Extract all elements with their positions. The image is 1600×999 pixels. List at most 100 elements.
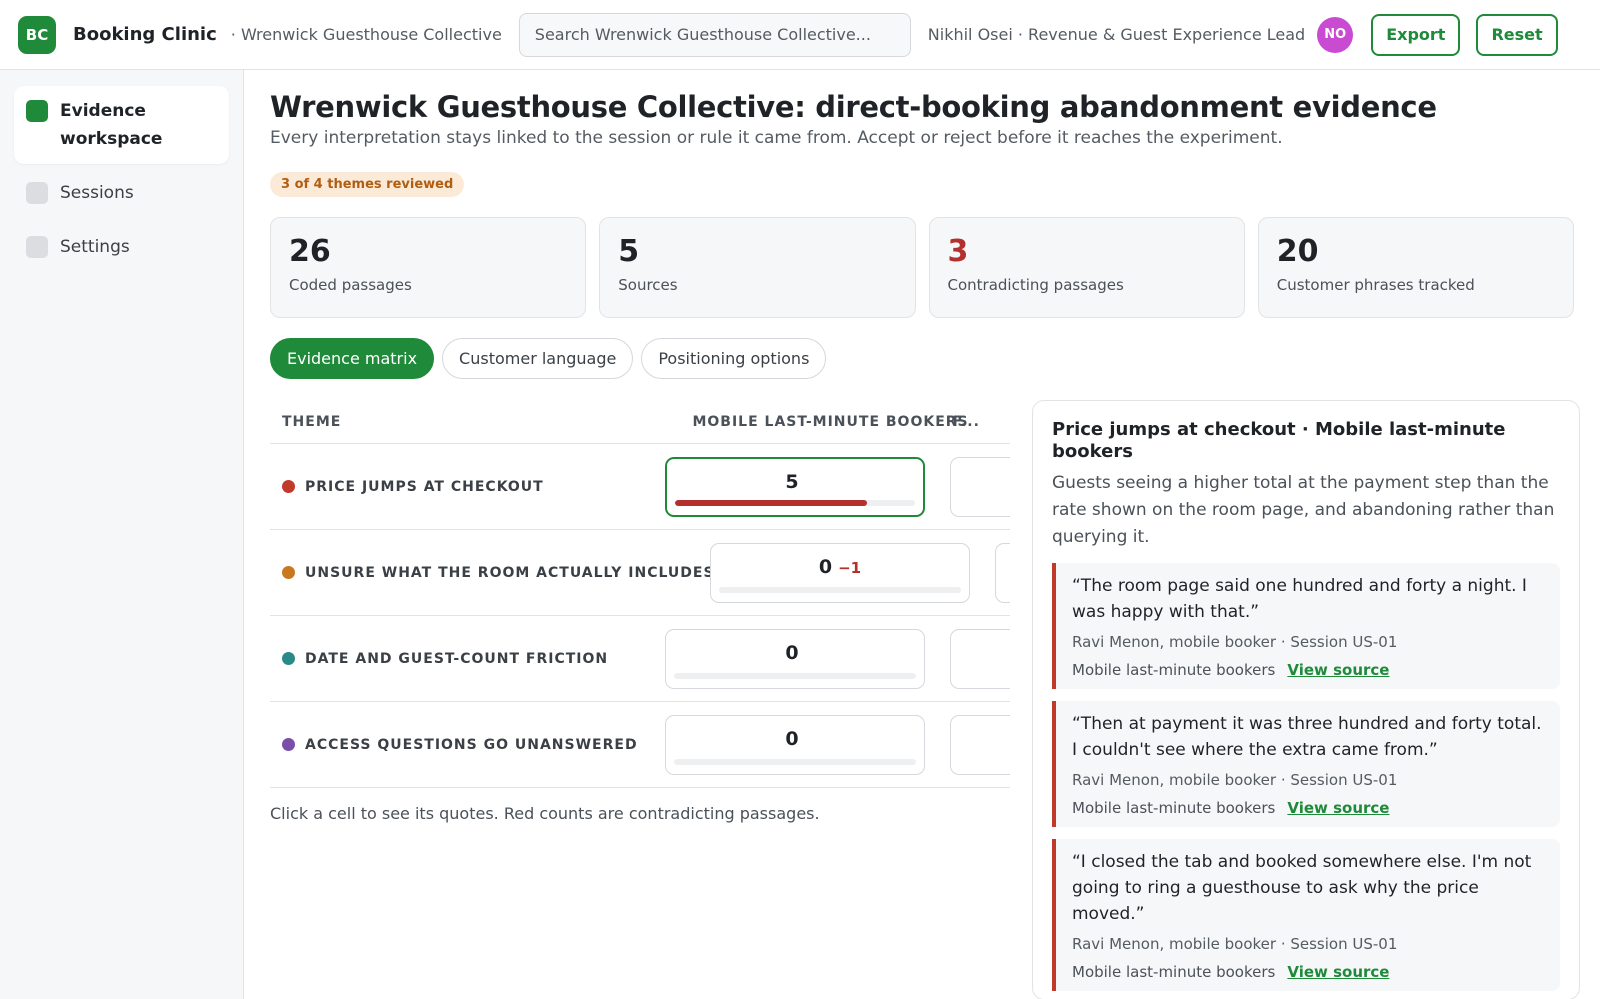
view-source-link[interactable]: View source — [1287, 661, 1389, 679]
count-cell[interactable]: 5 — [665, 456, 925, 517]
matrix-header: Theme Mobile last-minute bookers F... — [270, 400, 1010, 444]
stat-label: Sources — [618, 276, 678, 294]
theme-cell: Price jumps at checkout — [270, 479, 665, 495]
count-value: 0 — [818, 555, 833, 578]
main-content: Wrenwick Guesthouse Collective: direct-b… — [244, 70, 1600, 999]
column-header-next: F... — [952, 413, 980, 430]
quote-footer: Mobile last-minute bookers View source — [1072, 963, 1544, 981]
workspace-name: · Wrenwick Guesthouse Collective — [230, 25, 502, 44]
sidebar-item-settings[interactable]: Settings — [14, 222, 229, 272]
stat-card-sources: 5 Sources — [599, 217, 916, 318]
app-name: Booking Clinic — [73, 24, 217, 45]
count-bar-track — [719, 586, 961, 593]
quote-footer: Mobile last-minute bookers View source — [1072, 799, 1544, 817]
count-value: 0 — [785, 727, 799, 750]
quote-card: “I closed the tab and booked somewhere e… — [1052, 839, 1560, 991]
count-bar-track — [674, 672, 916, 679]
quote-text: “The room page said one hundred and fort… — [1072, 576, 1527, 622]
stat-value: 5 — [618, 234, 640, 269]
page-subtitle: Every interpretation stays linked to the… — [270, 128, 1283, 148]
search-box[interactable] — [518, 12, 911, 57]
table-row: Access questions go unanswered 0 — [270, 702, 1010, 788]
theme-color-dot — [282, 480, 295, 493]
quote-card: “The room page said one hundred and fort… — [1052, 563, 1560, 689]
stat-card-coded-passages: 26 Coded passages — [270, 217, 587, 318]
stats-row: 26 Coded passages 5 Sources 3 Contradict… — [270, 217, 1574, 318]
stat-label: Contradicting passages — [947, 276, 1124, 294]
matrix-footnote: Click a cell to see its quotes. Red coun… — [270, 804, 820, 823]
count-value-wrap: 0 — [666, 642, 924, 664]
search-input[interactable] — [534, 25, 895, 44]
count-value: 5 — [785, 470, 799, 493]
column-header-theme: Theme — [282, 413, 342, 430]
tab-positioning-options[interactable]: Positioning options — [641, 338, 827, 379]
stat-value: 26 — [289, 234, 331, 269]
settings-icon — [26, 236, 48, 258]
top-bar: BC Booking Clinic · Wrenwick Guesthouse … — [0, 0, 1600, 70]
tab-customer-language[interactable]: Customer language — [442, 338, 634, 379]
review-status-badge: 3 of 4 themes reviewed — [270, 172, 465, 197]
content-area: Theme Mobile last-minute bookers F... Pr… — [270, 400, 1580, 999]
stat-card-contradicting-passages: 3 Contradicting passages — [928, 217, 1245, 318]
theme-label: Date and guest-count friction — [305, 650, 609, 667]
quote-segment: Mobile last-minute bookers — [1072, 963, 1276, 981]
count-cell-next-column[interactable] — [995, 542, 1010, 603]
theme-cell: Date and guest-count friction — [270, 651, 665, 667]
quote-segment: Mobile last-minute bookers — [1072, 661, 1276, 679]
quote-text: “I closed the tab and booked somewhere e… — [1072, 852, 1532, 924]
theme-color-dot — [282, 738, 295, 751]
stat-value: 20 — [1276, 234, 1319, 269]
sidebar-item-label: Evidence workspace — [60, 101, 163, 149]
stat-label: Coded passages — [289, 276, 412, 294]
theme-cell: Access questions go unanswered — [270, 737, 665, 753]
quote-attribution: Ravi Menon, mobile booker · Session US-0… — [1072, 633, 1398, 651]
count-bar-track — [674, 758, 916, 765]
column-header-mobile-last-minute-bookers: Mobile last-minute bookers — [692, 413, 969, 430]
view-source-link[interactable]: View source — [1287, 963, 1389, 981]
view-source-link[interactable]: View source — [1287, 799, 1389, 817]
theme-color-dot — [282, 652, 295, 665]
stat-value: 3 — [947, 234, 969, 269]
count-value: 0 — [785, 641, 799, 664]
contradiction-count: −1 — [838, 558, 862, 577]
count-value-wrap: 5 — [667, 471, 923, 493]
quote-detail-panel: Price jumps at checkout · Mobile last-mi… — [1032, 400, 1580, 999]
quote-card: “Then at payment it was three hundred an… — [1052, 701, 1560, 827]
quote-attribution: Ravi Menon, mobile booker · Session US-0… — [1072, 935, 1398, 953]
evidence-matrix: Theme Mobile last-minute bookers F... Pr… — [270, 400, 1010, 999]
count-cell[interactable]: 0 −1 — [710, 542, 970, 603]
theme-label: Unsure what the room actually includes — [305, 564, 715, 581]
detail-title: Price jumps at checkout · Mobile last-mi… — [1052, 419, 1506, 462]
sidebar: Evidence workspace Sessions Settings — [0, 70, 244, 999]
app-logo[interactable]: BC — [18, 15, 56, 54]
stat-label: Customer phrases tracked — [1276, 276, 1475, 294]
sidebar-item-label: Settings — [60, 237, 130, 257]
count-bar-track — [675, 499, 915, 506]
stat-card-customer-phrases: 20 Customer phrases tracked — [1257, 217, 1574, 318]
count-value-wrap: 0 −1 — [711, 556, 969, 578]
theme-color-dot — [282, 566, 295, 579]
count-cell-next-column[interactable] — [950, 628, 1010, 689]
count-cell[interactable]: 0 — [665, 628, 925, 689]
page-title: Wrenwick Guesthouse Collective: direct-b… — [270, 90, 1437, 124]
sidebar-item-sessions[interactable]: Sessions — [14, 168, 229, 218]
quote-footer: Mobile last-minute bookers View source — [1072, 661, 1544, 679]
count-cell[interactable]: 0 — [665, 714, 925, 775]
quote-attribution: Ravi Menon, mobile booker · Session US-0… — [1072, 771, 1398, 789]
sidebar-item-evidence-workspace[interactable]: Evidence workspace — [14, 86, 229, 164]
view-tabs: Evidence matrix Customer language Positi… — [270, 338, 1574, 379]
count-cell-next-column[interactable] — [950, 456, 1010, 517]
count-bar-fill — [675, 499, 867, 506]
user-label: Nikhil Osei · Revenue & Guest Experience… — [927, 25, 1306, 44]
export-button[interactable]: Export — [1371, 13, 1461, 56]
theme-label: Price jumps at checkout — [305, 478, 544, 495]
count-cell-next-column[interactable] — [950, 714, 1010, 775]
reset-button[interactable]: Reset — [1476, 13, 1558, 56]
sidebar-item-label: Sessions — [60, 183, 134, 203]
count-value-wrap: 0 — [666, 728, 924, 750]
tab-evidence-matrix[interactable]: Evidence matrix — [270, 338, 435, 379]
table-row: Date and guest-count friction 0 — [270, 616, 1010, 702]
theme-label: Access questions go unanswered — [305, 736, 638, 753]
avatar[interactable]: NO — [1317, 16, 1354, 53]
theme-cell: Unsure what the room actually includes — [270, 565, 714, 581]
